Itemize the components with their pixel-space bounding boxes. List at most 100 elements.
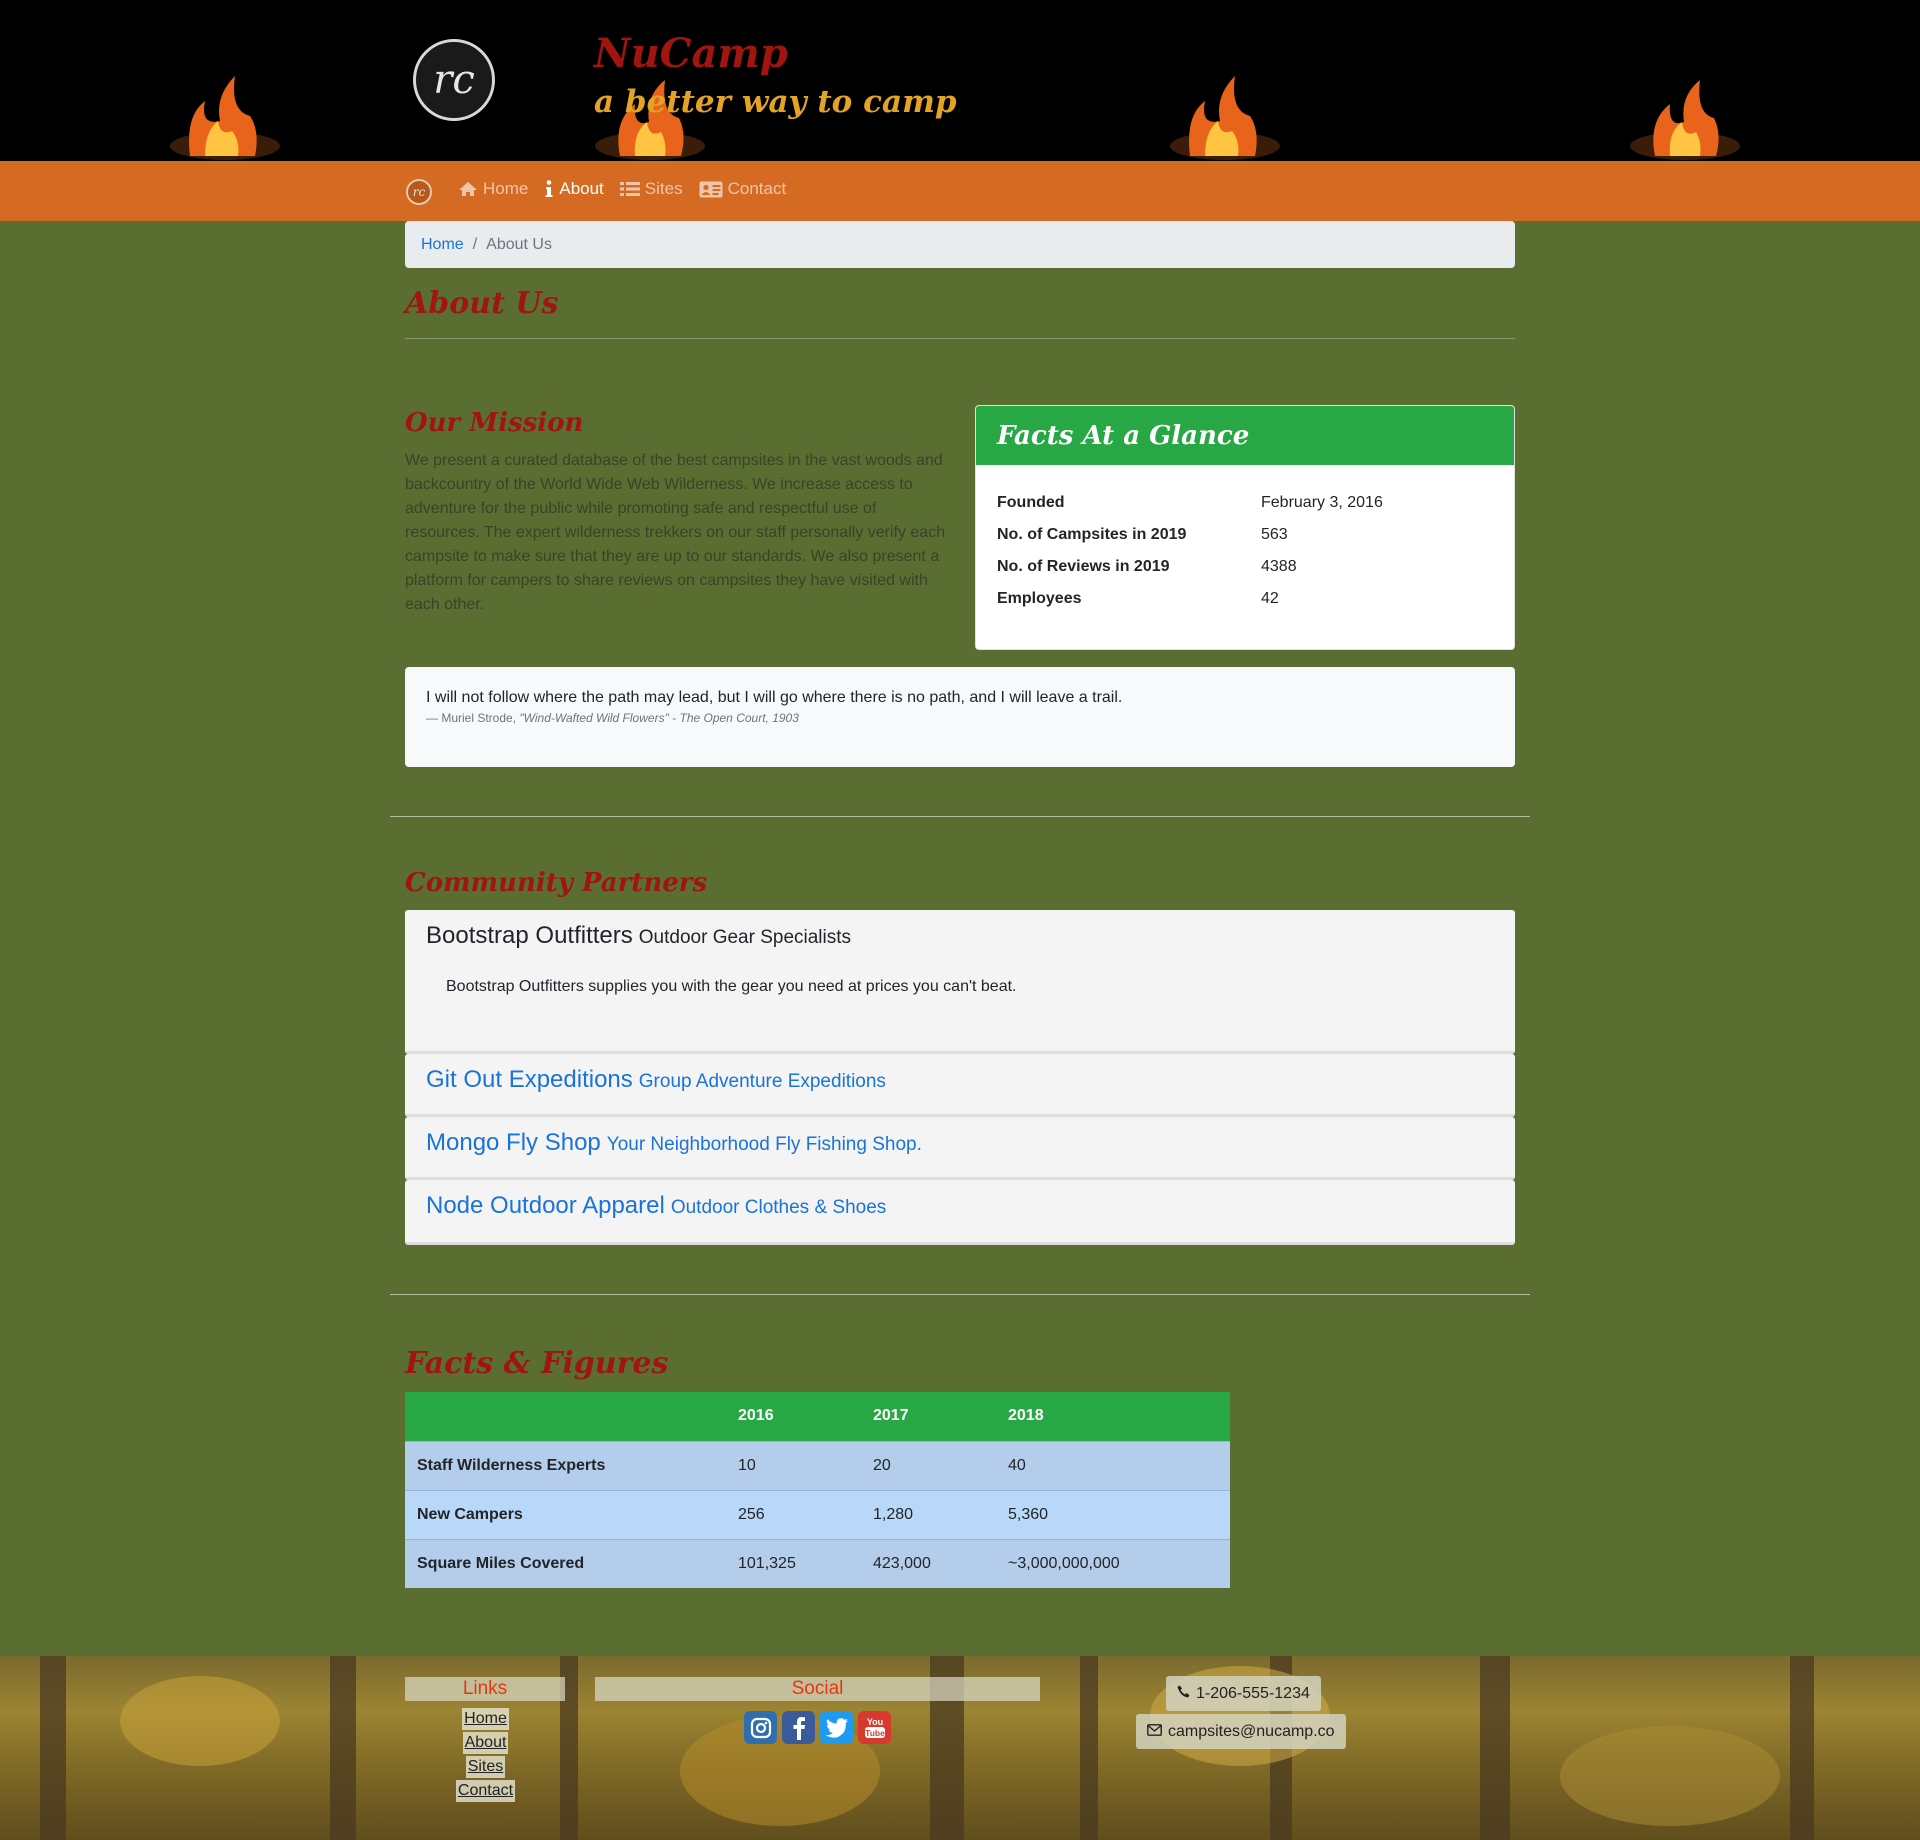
table-cell: 20 (873, 1440, 1008, 1490)
partner-name: Bootstrap Outfitters (426, 922, 633, 949)
list-icon (619, 180, 640, 198)
table-cell: Square Miles Covered (405, 1538, 738, 1588)
partner-header: Git Out Expeditions Group Adventure Expe… (426, 1066, 1515, 1094)
youtube-icon[interactable]: You Tube (858, 1711, 891, 1744)
table-cell: New Campers (405, 1489, 738, 1539)
fire-decoration-icon (170, 76, 280, 160)
table-row: Staff Wilderness Experts 10 20 40 (405, 1440, 1230, 1490)
forest-decoration (330, 1656, 356, 1840)
svg-text:You: You (866, 1717, 882, 1727)
home-icon (458, 180, 478, 198)
page-title: About Us (405, 286, 559, 321)
nav-item-sites[interactable]: Sites (619, 179, 683, 199)
brand-logo: rc (413, 39, 495, 121)
fact-value: February 3, 2016 (1261, 494, 1383, 511)
brand-title: NuCamp (594, 30, 788, 77)
facts-card-header: Facts At a Glance (976, 406, 1514, 465)
partners-heading: Community Partners (405, 868, 708, 898)
footer-phone-number: 1-206-555-1234 (1196, 1684, 1310, 1702)
fact-label: No. of Reviews in 2019 (997, 558, 1170, 575)
footer-link-home[interactable]: Home (462, 1708, 509, 1730)
fact-value: 4388 (1261, 558, 1297, 575)
quote-block: I will not follow where the path may lea… (405, 667, 1515, 767)
section-divider (390, 816, 1530, 817)
title-divider (405, 338, 1515, 339)
table-row: Square Miles Covered 101,325 423,000 ~3,… (405, 1538, 1230, 1588)
table-cell: ~3,000,000,000 (1008, 1538, 1230, 1588)
table-header-cell: 2018 (1008, 1392, 1230, 1441)
brand-tagline: a better way to camp (594, 84, 957, 120)
partner-header: Mongo Fly Shop Your Neighborhood Fly Fis… (426, 1129, 1515, 1157)
mission-heading: Our Mission (405, 408, 584, 438)
table-cell: 5,360 (1008, 1489, 1230, 1539)
forest-decoration (1480, 1656, 1510, 1840)
footer-link-about[interactable]: About (462, 1732, 509, 1754)
svg-text:Tube: Tube (865, 1728, 885, 1738)
partner-card-node-outdoor-apparel[interactable]: Node Outdoor Apparel Outdoor Clothes & S… (405, 1180, 1515, 1245)
quote-author: — Muriel Strode, (426, 711, 517, 725)
breadcrumb-home-link[interactable]: Home (421, 236, 464, 254)
twitter-icon[interactable] (820, 1711, 853, 1744)
info-icon (544, 180, 554, 198)
partner-subtitle: Your Neighborhood Fly Fishing Shop. (606, 1134, 922, 1155)
facts-card-title: Facts At a Glance (997, 420, 1250, 451)
fact-label: No. of Campsites in 2019 (997, 526, 1187, 543)
table-header-cell (405, 1392, 738, 1441)
nav-item-about[interactable]: About (544, 179, 604, 199)
fact-value: 42 (1261, 590, 1279, 607)
breadcrumb-current: About Us (486, 235, 552, 253)
partner-card-git-out-expeditions[interactable]: Git Out Expeditions Group Adventure Expe… (405, 1054, 1515, 1117)
nav-item-contact[interactable]: Contact (699, 179, 787, 199)
forest-decoration (1080, 1656, 1098, 1840)
navbar-brand-logo[interactable]: rc (406, 179, 432, 205)
partner-name: Mongo Fly Shop (426, 1129, 601, 1156)
footer-link-sites[interactable]: Sites (465, 1756, 506, 1778)
envelope-icon (1147, 1723, 1162, 1741)
footer-links-heading: Links (405, 1677, 565, 1701)
brand-logo-glyph: rc (433, 57, 475, 103)
table-cell: 101,325 (738, 1538, 873, 1588)
fact-value: 563 (1261, 526, 1288, 543)
table-cell: 10 (738, 1440, 873, 1490)
table-header-cell: 2017 (873, 1392, 1008, 1441)
partner-subtitle: Outdoor Clothes & Shoes (670, 1197, 887, 1218)
mission-text: We present a curated database of the bes… (405, 452, 946, 613)
partner-header: Bootstrap Outfitters Outdoor Gear Specia… (426, 922, 1515, 950)
partner-header: Node Outdoor Apparel Outdoor Clothes & S… (426, 1192, 1515, 1220)
facts-row: Employees 42 (997, 583, 1493, 615)
address-card-icon (699, 180, 723, 198)
facts-row: No. of Reviews in 2019 4388 (997, 551, 1493, 583)
nav-links: Home About Sites Contact (458, 179, 786, 199)
footer-phone[interactable]: 1-206-555-1234 (1166, 1676, 1321, 1711)
table-cell: 423,000 (873, 1538, 1008, 1588)
partner-card-mongo-fly-shop[interactable]: Mongo Fly Shop Your Neighborhood Fly Fis… (405, 1117, 1515, 1180)
instagram-icon[interactable] (744, 1711, 777, 1744)
footer-email[interactable]: campsites@nucamp.co (1136, 1714, 1346, 1749)
table-cell: Staff Wilderness Experts (405, 1440, 738, 1490)
forest-decoration (1790, 1656, 1814, 1840)
facts-card: Facts At a Glance Founded February 3, 20… (975, 405, 1515, 650)
nav-item-label: About (559, 179, 604, 198)
table-cell: 256 (738, 1489, 873, 1539)
forest-decoration (40, 1656, 66, 1840)
nav-item-home[interactable]: Home (458, 179, 528, 199)
nav-item-label: Sites (644, 179, 683, 198)
figures-heading: Facts & Figures (405, 1346, 669, 1381)
breadcrumb-separator: / (472, 235, 478, 253)
partner-name: Git Out Expeditions (426, 1066, 633, 1093)
partner-subtitle: Outdoor Gear Specialists (638, 927, 852, 948)
main-navbar: rc Home About Sites Contact (0, 161, 1920, 221)
table-cell: 40 (1008, 1440, 1230, 1490)
partner-description: Bootstrap Outfitters supplies you with t… (446, 978, 1017, 995)
facts-row: No. of Campsites in 2019 563 (997, 519, 1493, 551)
partner-subtitle: Group Adventure Expeditions (638, 1071, 886, 1092)
footer-link-contact[interactable]: Contact (455, 1780, 516, 1802)
partner-card-bootstrap-outfitters[interactable]: Bootstrap Outfitters Outdoor Gear Specia… (405, 910, 1515, 1054)
quote-text: I will not follow where the path may lea… (426, 689, 1123, 706)
quote-footer: — Muriel Strode, "Wind-Wafted Wild Flowe… (426, 711, 1494, 725)
facts-row: Founded February 3, 2016 (997, 487, 1493, 519)
forest-decoration (1560, 1726, 1780, 1826)
table-row: New Campers 256 1,280 5,360 (405, 1489, 1230, 1539)
facebook-icon[interactable] (782, 1711, 815, 1744)
nav-item-label: Contact (727, 179, 787, 198)
